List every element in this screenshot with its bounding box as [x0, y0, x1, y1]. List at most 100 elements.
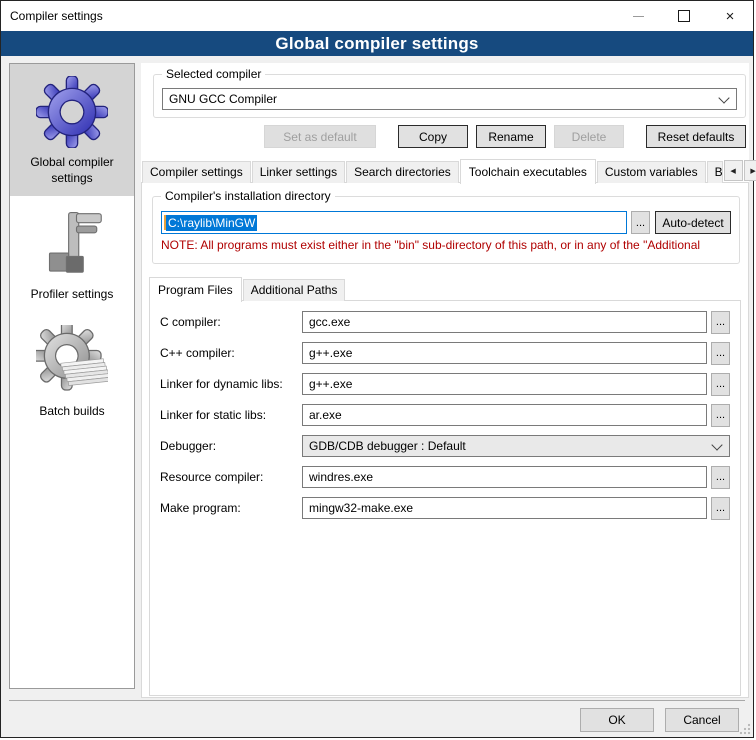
tab-toolchain-executables[interactable]: Toolchain executables — [460, 159, 596, 184]
settings-category-list: Global compiler settings Profiler settin… — [9, 63, 135, 689]
global-compiler-settings-page: Selected compiler GNU GCC Compiler Set a… — [141, 63, 749, 689]
auto-detect-button[interactable]: Auto-detect — [655, 211, 731, 234]
tab-scroll-left-button[interactable]: ◀ — [724, 160, 743, 181]
tab-compiler-settings[interactable]: Compiler settings — [142, 161, 251, 183]
browse-c-compiler-button[interactable]: ... — [711, 311, 730, 334]
program-files-panel: C compiler: gcc.exe ... C++ compiler: g+… — [149, 300, 741, 696]
field-label: Debugger: — [160, 439, 302, 453]
tab-build-options[interactable]: Build options — [707, 161, 723, 183]
caliper-icon — [36, 208, 108, 280]
form-row-static-linker: Linker for static libs: ar.exe ... — [160, 404, 730, 426]
field-label: Resource compiler: — [160, 470, 302, 484]
title-bar: Compiler settings × — [1, 1, 753, 31]
browse-make-program-button[interactable]: ... — [711, 497, 730, 520]
copy-button[interactable]: Copy — [398, 125, 468, 148]
selected-compiler-legend: Selected compiler — [162, 67, 265, 81]
ok-button[interactable]: OK — [580, 708, 654, 732]
selected-compiler-group: Selected compiler GNU GCC Compiler — [153, 74, 746, 118]
maximize-icon — [678, 10, 690, 22]
debugger-select[interactable]: GDB/CDB debugger : Default — [302, 435, 730, 457]
dynamic-linker-input[interactable]: g++.exe — [302, 373, 707, 395]
tab-custom-variables[interactable]: Custom variables — [597, 161, 706, 183]
dialog-banner: Global compiler settings — [1, 31, 753, 56]
installation-directory-group: Compiler's installation directory C:\ray… — [152, 196, 740, 264]
set-as-default-button[interactable]: Set as default — [264, 125, 376, 148]
form-row-cpp-compiler: C++ compiler: g++.exe ... — [160, 342, 730, 364]
delete-button[interactable]: Delete — [554, 125, 624, 148]
installation-directory-input[interactable]: C:\raylib\MinGW — [161, 211, 627, 234]
chevron-down-icon — [711, 439, 722, 450]
tab-scroll-arrows: ◀ ▶ — [724, 160, 756, 181]
cpp-compiler-input[interactable]: g++.exe — [302, 342, 707, 364]
field-label: C++ compiler: — [160, 346, 302, 360]
sidebar-item-profiler-settings[interactable]: Profiler settings — [10, 196, 134, 313]
installation-note: NOTE: All programs must exist either in … — [161, 238, 731, 252]
field-value: mingw32-make.exe — [309, 501, 413, 515]
close-button[interactable]: × — [707, 1, 753, 31]
compiler-settings-dialog: Compiler settings × Global compiler sett… — [0, 0, 754, 738]
field-value: ar.exe — [309, 408, 342, 422]
browse-directory-button[interactable]: ... — [631, 211, 650, 234]
field-value: g++.exe — [309, 377, 352, 391]
form-row-debugger: Debugger: GDB/CDB debugger : Default — [160, 435, 730, 457]
arrow-left-icon: ◀ — [730, 167, 735, 175]
tab-search-directories[interactable]: Search directories — [346, 161, 459, 183]
field-label: Linker for static libs: — [160, 408, 302, 422]
compiler-buttons-row: Set as default Copy Rename Delete Reset … — [141, 125, 746, 148]
field-label: Make program: — [160, 501, 302, 515]
cancel-button[interactable]: Cancel — [665, 708, 739, 732]
form-row-make-program: Make program: mingw32-make.exe ... — [160, 497, 730, 519]
selected-compiler-value: GNU GCC Compiler — [169, 92, 720, 106]
settings-tab-bar: Compiler settings Linker settings Search… — [142, 157, 748, 183]
toolchain-executables-panel: Compiler's installation directory C:\ray… — [141, 182, 749, 698]
browse-static-linker-button[interactable]: ... — [711, 404, 730, 427]
minimize-icon — [633, 16, 644, 17]
tab-program-files[interactable]: Program Files — [149, 277, 242, 302]
field-value: g++.exe — [309, 346, 352, 360]
installation-directory-legend: Compiler's installation directory — [161, 189, 335, 203]
program-files-tab-bar: Program Files Additional Paths — [149, 277, 748, 301]
browse-cpp-compiler-button[interactable]: ... — [711, 342, 730, 365]
field-label: C compiler: — [160, 315, 302, 329]
arrow-right-icon: ▶ — [750, 167, 755, 175]
sidebar-item-label: Batch builds — [39, 404, 104, 420]
dialog-content: Global compiler settings Profiler settin… — [1, 56, 753, 737]
caption-buttons: × — [615, 1, 753, 31]
minimize-button[interactable] — [615, 1, 661, 31]
sidebar-item-batch-builds[interactable]: Batch builds — [10, 313, 134, 430]
tab-scroll-right-button[interactable]: ▶ — [744, 160, 756, 181]
make-program-input[interactable]: mingw32-make.exe — [302, 497, 707, 519]
dialog-footer: OK Cancel — [580, 708, 739, 732]
footer-separator — [9, 700, 745, 701]
blue-gear-icon — [36, 76, 108, 148]
field-value: gcc.exe — [309, 315, 350, 329]
form-row-resource-compiler: Resource compiler: windres.exe ... — [160, 466, 730, 488]
browse-dynamic-linker-button[interactable]: ... — [711, 373, 730, 396]
window-title: Compiler settings — [1, 9, 103, 23]
sidebar-item-label: Global compiler settings — [14, 155, 130, 186]
field-value: windres.exe — [309, 470, 373, 484]
chevron-down-icon — [718, 92, 729, 103]
field-value: GDB/CDB debugger : Default — [309, 439, 713, 453]
sidebar-item-global-compiler-settings[interactable]: Global compiler settings — [10, 64, 134, 196]
rename-button[interactable]: Rename — [476, 125, 546, 148]
reset-defaults-button[interactable]: Reset defaults — [646, 125, 746, 148]
tab-linker-settings[interactable]: Linker settings — [252, 161, 345, 183]
resource-compiler-input[interactable]: windres.exe — [302, 466, 707, 488]
resize-grip[interactable] — [739, 723, 751, 735]
installation-directory-value: C:\raylib\MinGW — [166, 215, 257, 231]
batch-builds-gear-icon — [36, 325, 108, 397]
static-linker-input[interactable]: ar.exe — [302, 404, 707, 426]
form-row-c-compiler: C compiler: gcc.exe ... — [160, 311, 730, 333]
tab-additional-paths[interactable]: Additional Paths — [243, 279, 346, 301]
installation-directory-row: C:\raylib\MinGW ... Auto-detect — [161, 211, 731, 234]
field-label: Linker for dynamic libs: — [160, 377, 302, 391]
close-icon: × — [726, 9, 735, 24]
maximize-button[interactable] — [661, 1, 707, 31]
sidebar-item-label: Profiler settings — [31, 287, 114, 303]
form-row-dynamic-linker: Linker for dynamic libs: g++.exe ... — [160, 373, 730, 395]
selected-compiler-combobox[interactable]: GNU GCC Compiler — [162, 88, 737, 110]
banner-title: Global compiler settings — [275, 34, 478, 54]
c-compiler-input[interactable]: gcc.exe — [302, 311, 707, 333]
browse-resource-compiler-button[interactable]: ... — [711, 466, 730, 489]
